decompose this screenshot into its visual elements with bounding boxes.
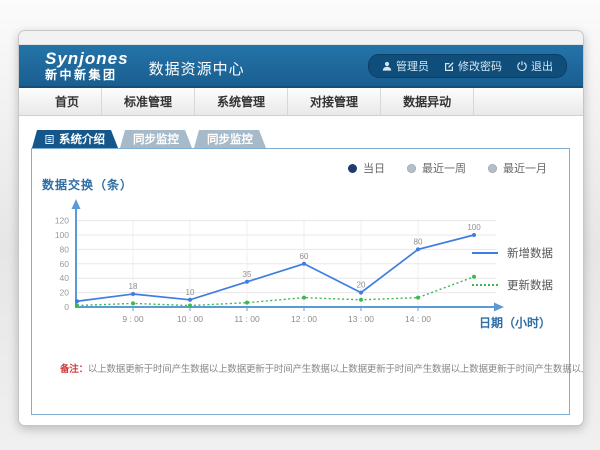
data-point-label: 100 [467,223,481,232]
nav-item-data-change[interactable]: 数据异动 [381,88,474,115]
legend-label: 新增数据 [507,245,553,261]
main-nav: 首页 标准管理 系统管理 对接管理 数据异动 [19,88,583,116]
footnote-label: 备注： [60,364,88,375]
x-tick-label: 12 : 00 [291,314,317,324]
data-point [302,296,306,300]
data-point [188,298,192,302]
radio-label: 最近一周 [422,160,466,176]
radio-selected-icon [348,164,357,173]
data-point-label: 20 [357,281,366,290]
legend-label: 更新数据 [507,277,553,293]
nav-item-system-mgmt[interactable]: 系统管理 [195,88,288,115]
tab-label: 系统介绍 [59,131,105,147]
company-logo: Synjones 新中新集团 [45,50,129,81]
y-tick-label: 40 [60,273,70,283]
tab-label: 同步监控 [207,131,253,147]
y-axis-arrow [72,199,81,209]
tab-system-intro[interactable]: 系统介绍 [32,130,118,148]
edit-icon [444,61,454,71]
logo-brand-text: Synjones [45,50,129,67]
line-chart: 9 : 00 10 : 00 11 : 00 12 : 00 13 : 00 14 : 0… [40,195,510,335]
data-point-label: 60 [300,252,309,261]
x-tick-label: 14 : 00 [405,314,431,324]
desktop-background: Synjones 新中新集团 数据资源中心 管理员 修改密码 退出 [0,0,600,450]
footnote-text: 以上数据更新于时间产生数据以上数据更新于时间产生数据以上数据更新于时间产生数据以… [88,364,584,375]
data-point [188,304,192,308]
x-tick-label: 10 : 00 [177,314,203,324]
window-titlebar [19,31,583,45]
data-point-label: 80 [414,237,423,246]
x-axis-title: 日期（小时） [479,314,551,331]
chart-panel: 当日 最近一周 最近一月 数据交换（条） 9 : 00 10 : 00 11 : 0… [31,148,570,415]
data-point-label: 10 [186,288,195,297]
change-password-label: 修改密码 [458,58,502,74]
logout-button[interactable]: 退出 [517,58,553,74]
data-point-label: 18 [129,282,138,291]
page-title: 数据资源中心 [149,58,245,79]
data-point [75,304,79,308]
radio-last-month[interactable]: 最近一月 [488,160,547,176]
y-axis-title: 数据交换（条） [42,176,133,193]
y-tick-label: 0 [64,302,69,312]
data-point [302,262,306,266]
tab-sync-monitor-2[interactable]: 同步监控 [194,130,266,148]
document-icon [45,135,54,144]
y-tick-label: 20 [60,288,70,298]
logout-label: 退出 [531,58,553,74]
nav-item-standard-mgmt[interactable]: 标准管理 [102,88,195,115]
power-icon [517,61,527,71]
legend-item-updated-data[interactable]: 更新数据 [472,277,553,293]
radio-unselected-icon [488,164,497,173]
radio-today[interactable]: 当日 [348,160,385,176]
y-tick-label: 80 [60,244,70,254]
user-toolbar: 管理员 修改密码 退出 [368,54,567,78]
x-tick-label: 11 : 00 [234,314,260,324]
logo-company-text: 新中新集团 [45,69,129,81]
x-axis-arrow [494,303,504,312]
y-tick-label: 100 [55,230,69,240]
tab-bar: 系统介绍 同步监控 同步监控 [32,130,266,148]
data-point [472,233,476,237]
data-point [359,298,363,302]
legend-line-solid [472,252,498,254]
time-filter-group: 当日 最近一周 最近一月 [348,160,547,176]
nav-item-home[interactable]: 首页 [33,88,102,115]
radio-label: 当日 [363,160,385,176]
radio-unselected-icon [407,164,416,173]
data-point [75,299,79,303]
data-point [131,292,135,296]
x-tick-label: 9 : 00 [122,314,144,324]
data-point [359,291,363,295]
radio-last-week[interactable]: 最近一周 [407,160,466,176]
tab-label: 同步监控 [133,131,179,147]
change-password-button[interactable]: 修改密码 [444,58,502,74]
tab-sync-monitor-1[interactable]: 同步监控 [120,130,192,148]
y-tick-label: 60 [60,259,70,269]
data-point [416,247,420,251]
nav-item-integration-mgmt[interactable]: 对接管理 [288,88,381,115]
content-area: 系统介绍 同步监控 同步监控 当日 最近一周 [19,116,583,426]
admin-user-button[interactable]: 管理员 [382,58,429,74]
data-point [131,301,135,305]
legend-item-new-data[interactable]: 新增数据 [472,245,553,261]
radio-label: 最近一月 [503,160,547,176]
data-point [245,280,249,284]
data-point-label: 35 [243,270,252,279]
data-point [416,296,420,300]
user-icon [382,61,392,71]
x-tick-label: 13 : 00 [348,314,374,324]
app-header: Synjones 新中新集团 数据资源中心 管理员 修改密码 退出 [19,45,583,88]
chart-legend: 新增数据 更新数据 [472,245,553,293]
footnote: 备注：以上数据更新于时间产生数据以上数据更新于时间产生数据以上数据更新于时间产生… [60,361,584,375]
data-point [245,301,249,305]
app-window: Synjones 新中新集团 数据资源中心 管理员 修改密码 退出 [18,30,584,426]
admin-user-label: 管理员 [396,58,429,74]
legend-line-dotted [472,284,498,286]
y-tick-label: 120 [55,216,69,226]
